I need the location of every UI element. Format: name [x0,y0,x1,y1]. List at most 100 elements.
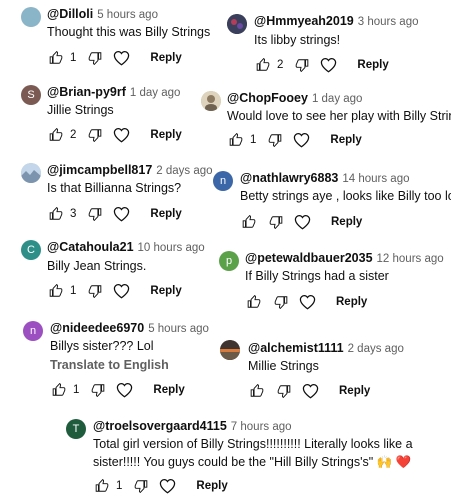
thumbs-down-icon[interactable] [89,382,106,399]
reply-button[interactable]: Reply [150,285,181,297]
comment-actions: 1 Reply [227,131,362,149]
thumbs-down-icon[interactable] [86,127,103,144]
heart-icon[interactable] [113,127,130,144]
thumbs-up-icon[interactable] [93,478,110,495]
avatar[interactable]: p [219,251,239,271]
comment-author[interactable]: @jimcampbell817 2 days ago [47,163,213,177]
avatar[interactable] [227,14,247,34]
comment-time[interactable]: 2 days ago [156,165,212,177]
thumbs-up-icon[interactable] [245,294,262,311]
reply-button[interactable]: Reply [336,296,367,308]
comment-time[interactable]: 5 hours ago [97,9,158,21]
heart-icon[interactable] [302,383,319,400]
author-handle[interactable]: @jimcampbell817 [47,163,152,177]
like-count: 1 [70,285,77,297]
comment-author[interactable]: @petewaldbauer2035 12 hours ago [245,251,444,265]
thumbs-down-icon[interactable] [293,57,310,74]
thumbs-up-icon[interactable] [227,132,244,149]
author-handle[interactable]: @troelsovergaard4115 [93,419,227,433]
comment-text: Its libby strings! [254,33,341,47]
comment-time[interactable]: 10 hours ago [138,242,205,254]
thumbs-up-icon[interactable] [240,214,257,231]
like-count: 1 [250,134,257,146]
author-handle[interactable]: @Brian-py9rf [47,85,126,99]
author-handle[interactable]: @Catahoula21 [47,240,134,254]
comment-time[interactable]: 3 hours ago [358,16,419,28]
avatar[interactable]: C [21,240,41,260]
thumbs-up-icon[interactable] [50,382,67,399]
comment-text-line-2: sister!!!!! You guys could be the "Hill … [93,453,411,472]
comment-author[interactable]: @Brian-py9rf 1 day ago [47,85,180,99]
thumbs-down-icon[interactable] [86,50,103,67]
heart-icon[interactable] [320,57,337,74]
comment-time[interactable]: 5 hours ago [148,323,209,335]
comment-author[interactable]: @Hmmyeah2019 3 hours ago [254,14,419,28]
reply-button[interactable]: Reply [150,129,181,141]
reply-button[interactable]: Reply [331,216,362,228]
comment-time[interactable]: 1 day ago [130,87,181,99]
heart-icon[interactable] [293,132,310,149]
comment-author[interactable]: @ChopFooey 1 day ago [227,91,362,105]
comment-author[interactable]: @troelsovergaard4115 7 hours ago [93,419,292,433]
comment-time[interactable]: 1 day ago [312,93,363,105]
author-handle[interactable]: @petewaldbauer2035 [245,251,373,265]
reply-button[interactable]: Reply [150,52,181,64]
reply-button[interactable]: Reply [357,59,388,71]
heart-icon[interactable] [294,214,311,231]
comment-author[interactable]: @nideedee6970 5 hours ago [50,321,209,335]
thumbs-down-icon[interactable] [275,383,292,400]
reply-button[interactable]: Reply [196,480,227,492]
comment-text: Would love to see her play with Billy St… [227,109,451,123]
comment-actions: 1 Reply [50,381,185,399]
comment-actions: 1 Reply [93,477,228,495]
heart-icon[interactable] [299,294,316,311]
thumbs-up-icon[interactable] [47,283,64,300]
author-handle[interactable]: @ChopFooey [227,91,308,105]
thumbs-down-icon[interactable] [272,294,289,311]
thumbs-down-icon[interactable] [86,206,103,223]
reply-button[interactable]: Reply [330,134,361,146]
heart-icon[interactable] [113,206,130,223]
avatar[interactable]: S [21,85,41,105]
comment: n @nathlawry6883 14 hours ago Betty strin… [213,171,451,231]
thumbs-down-icon[interactable] [267,214,284,231]
comment-time[interactable]: 7 hours ago [231,421,292,433]
thumbs-down-icon[interactable] [86,283,103,300]
heart-icon[interactable] [113,50,130,67]
translate-link[interactable]: Translate to English [50,358,169,372]
thumbs-up-icon[interactable] [254,57,271,74]
comment-author[interactable]: @Catahoula21 10 hours ago [47,240,205,254]
comment-author[interactable]: @nathlawry6883 14 hours ago [240,171,410,185]
author-handle[interactable]: @Dilloli [47,7,93,21]
avatar[interactable] [21,7,41,27]
reply-button[interactable]: Reply [153,384,184,396]
thumbs-up-icon[interactable] [47,206,64,223]
author-handle[interactable]: @alchemist1111 [248,341,344,355]
comment-time[interactable]: 12 hours ago [377,253,444,265]
reply-button[interactable]: Reply [339,385,370,397]
reply-button[interactable]: Reply [150,208,181,220]
author-handle[interactable]: @Hmmyeah2019 [254,14,354,28]
heart-icon[interactable] [116,382,133,399]
thumbs-up-icon[interactable] [47,50,64,67]
thumbs-down-icon[interactable] [132,478,149,495]
thumbs-up-icon[interactable] [47,127,64,144]
author-handle[interactable]: @nathlawry6883 [240,171,338,185]
thumbs-down-icon[interactable] [266,132,283,149]
avatar[interactable] [220,340,240,360]
comment-actions: Reply [240,213,362,231]
author-handle[interactable]: @nideedee6970 [50,321,144,335]
avatar[interactable] [21,163,41,183]
comment-author[interactable]: @Dilloli 5 hours ago [47,7,158,21]
thumbs-up-icon[interactable] [248,383,265,400]
comment-author[interactable]: @alchemist1111 2 days ago [248,341,404,355]
avatar[interactable]: n [213,171,233,191]
avatar[interactable]: T [66,419,86,439]
avatar[interactable] [201,91,221,111]
heart-icon[interactable] [113,283,130,300]
comment-time[interactable]: 14 hours ago [342,173,409,185]
avatar[interactable]: n [23,321,43,341]
comment-time[interactable]: 2 days ago [348,343,404,355]
comment-text: Jillie Strings [47,103,114,117]
heart-icon[interactable] [159,478,176,495]
